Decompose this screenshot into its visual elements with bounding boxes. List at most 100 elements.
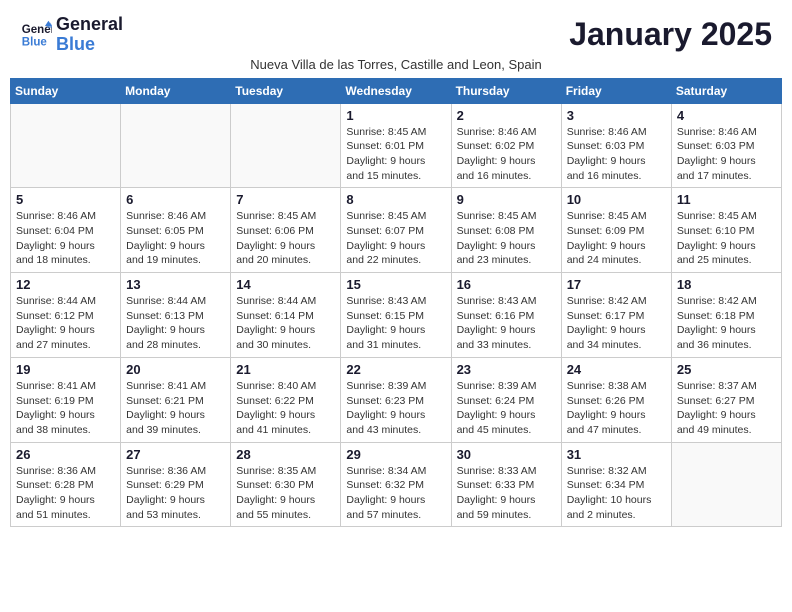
day-info: Sunrise: 8:43 AMSunset: 6:15 PMDaylight:… [346,294,445,353]
day-number: 9 [457,192,556,207]
day-number: 7 [236,192,335,207]
day-info: Sunrise: 8:41 AMSunset: 6:21 PMDaylight:… [126,379,225,438]
day-info: Sunrise: 8:46 AMSunset: 6:02 PMDaylight:… [457,125,556,184]
weekday-header-row: SundayMondayTuesdayWednesdayThursdayFrid… [11,78,782,103]
calendar-cell: 6Sunrise: 8:46 AMSunset: 6:05 PMDaylight… [121,188,231,273]
day-info: Sunrise: 8:44 AMSunset: 6:12 PMDaylight:… [16,294,115,353]
day-info: Sunrise: 8:39 AMSunset: 6:23 PMDaylight:… [346,379,445,438]
month-title: January 2025 [569,16,772,53]
day-info: Sunrise: 8:33 AMSunset: 6:33 PMDaylight:… [457,464,556,523]
day-info: Sunrise: 8:45 AMSunset: 6:08 PMDaylight:… [457,209,556,268]
calendar-cell: 23 Sunrise: 8:39 AMSunset: 6:24 PMDayligh… [451,357,561,442]
day-number: 24 [567,362,666,377]
day-number: 21 [236,362,335,377]
calendar-cell: 8 Sunrise: 8:45 AMSunset: 6:07 PMDaylight… [341,188,451,273]
day-number: 23 [457,362,556,377]
day-info: Sunrise: 8:36 AMSunset: 6:29 PMDaylight:… [126,464,225,523]
calendar-cell: 26Sunrise: 8:36 AMSunset: 6:28 PMDayligh… [11,442,121,527]
calendar-cell: 10Sunrise: 8:45 AMSunset: 6:09 PMDayligh… [561,188,671,273]
day-info: Sunrise: 8:46 AMSunset: 6:04 PMDaylight:… [16,209,115,268]
weekday-header-cell: Friday [561,78,671,103]
day-info: Sunrise: 8:42 AMSunset: 6:18 PMDaylight:… [677,294,776,353]
weekday-header-cell: Sunday [11,78,121,103]
day-info: Sunrise: 8:40 AMSunset: 6:22 PMDaylight:… [236,379,335,438]
day-number: 8 [346,192,445,207]
day-number: 27 [126,447,225,462]
calendar-cell: 13 Sunrise: 8:44 AMSunset: 6:13 PMDayligh… [121,273,231,358]
day-number: 18 [677,277,776,292]
calendar-cell: 28Sunrise: 8:35 AMSunset: 6:30 PMDayligh… [231,442,341,527]
weekday-header-cell: Monday [121,78,231,103]
logo-icon: General Blue [20,19,52,51]
calendar-cell: 11 Sunrise: 8:45 AMSunset: 6:10 PMDayligh… [671,188,781,273]
calendar-cell: 9 Sunrise: 8:45 AMSunset: 6:08 PMDaylight… [451,188,561,273]
day-number: 22 [346,362,445,377]
day-number: 1 [346,108,445,123]
day-number: 11 [677,192,776,207]
day-info: Sunrise: 8:45 AMSunset: 6:09 PMDaylight:… [567,209,666,268]
svg-text:Blue: Blue [22,36,48,48]
calendar-table: SundayMondayTuesdayWednesdayThursdayFrid… [10,78,782,528]
weekday-header-cell: Tuesday [231,78,341,103]
week-row: 19 Sunrise: 8:41 AMSunset: 6:19 PMDayligh… [11,357,782,442]
calendar-cell: 29 Sunrise: 8:34 AMSunset: 6:32 PMDayligh… [341,442,451,527]
calendar-cell: 16 Sunrise: 8:43 AMSunset: 6:16 PMDayligh… [451,273,561,358]
day-info: Sunrise: 8:32 AMSunset: 6:34 PMDaylight:… [567,464,666,523]
calendar-cell: 17 Sunrise: 8:42 AMSunset: 6:17 PMDayligh… [561,273,671,358]
calendar-cell [121,103,231,188]
day-info: Sunrise: 8:44 AMSunset: 6:13 PMDaylight:… [126,294,225,353]
weekday-header-cell: Saturday [671,78,781,103]
day-number: 19 [16,362,115,377]
logo-line1: General [56,15,123,35]
calendar-cell: 27 Sunrise: 8:36 AMSunset: 6:29 PMDayligh… [121,442,231,527]
calendar-cell: 12 Sunrise: 8:44 AMSunset: 6:12 PMDayligh… [11,273,121,358]
calendar-cell: 25 Sunrise: 8:37 AMSunset: 6:27 PMDayligh… [671,357,781,442]
day-number: 13 [126,277,225,292]
day-info: Sunrise: 8:41 AMSunset: 6:19 PMDaylight:… [16,379,115,438]
calendar-cell: 5 Sunrise: 8:46 AMSunset: 6:04 PMDaylight… [11,188,121,273]
day-number: 31 [567,447,666,462]
day-number: 20 [126,362,225,377]
day-info: Sunrise: 8:38 AMSunset: 6:26 PMDaylight:… [567,379,666,438]
week-row: 26Sunrise: 8:36 AMSunset: 6:28 PMDayligh… [11,442,782,527]
calendar-cell [671,442,781,527]
day-info: Sunrise: 8:37 AMSunset: 6:27 PMDaylight:… [677,379,776,438]
week-row: 1Sunrise: 8:45 AMSunset: 6:01 PMDaylight… [11,103,782,188]
calendar-cell: 21 Sunrise: 8:40 AMSunset: 6:22 PMDayligh… [231,357,341,442]
day-info: Sunrise: 8:39 AMSunset: 6:24 PMDaylight:… [457,379,556,438]
calendar-cell [231,103,341,188]
day-info: Sunrise: 8:44 AMSunset: 6:14 PMDaylight:… [236,294,335,353]
calendar-cell: 31 Sunrise: 8:32 AMSunset: 6:34 PMDayligh… [561,442,671,527]
calendar-body: 1Sunrise: 8:45 AMSunset: 6:01 PMDaylight… [11,103,782,527]
day-number: 17 [567,277,666,292]
subtitle: Nueva Villa de las Torres, Castille and … [10,57,782,72]
day-info: Sunrise: 8:34 AMSunset: 6:32 PMDaylight:… [346,464,445,523]
weekday-header-cell: Thursday [451,78,561,103]
day-number: 5 [16,192,115,207]
logo-text: General Blue [56,15,123,55]
day-info: Sunrise: 8:43 AMSunset: 6:16 PMDaylight:… [457,294,556,353]
calendar-cell: 14Sunrise: 8:44 AMSunset: 6:14 PMDayligh… [231,273,341,358]
week-row: 12 Sunrise: 8:44 AMSunset: 6:12 PMDayligh… [11,273,782,358]
calendar-cell: 3Sunrise: 8:46 AMSunset: 6:03 PMDaylight… [561,103,671,188]
logo-line2: Blue [56,35,123,55]
day-number: 3 [567,108,666,123]
calendar-cell: 24 Sunrise: 8:38 AMSunset: 6:26 PMDayligh… [561,357,671,442]
calendar-cell: 2 Sunrise: 8:46 AMSunset: 6:02 PMDaylight… [451,103,561,188]
day-number: 25 [677,362,776,377]
calendar-cell: 4Sunrise: 8:46 AMSunset: 6:03 PMDaylight… [671,103,781,188]
day-number: 16 [457,277,556,292]
day-info: Sunrise: 8:46 AMSunset: 6:03 PMDaylight:… [677,125,776,184]
logo: General Blue General Blue [20,15,123,55]
day-number: 12 [16,277,115,292]
day-info: Sunrise: 8:45 AMSunset: 6:07 PMDaylight:… [346,209,445,268]
day-info: Sunrise: 8:46 AMSunset: 6:05 PMDaylight:… [126,209,225,268]
day-number: 29 [346,447,445,462]
day-info: Sunrise: 8:45 AMSunset: 6:10 PMDaylight:… [677,209,776,268]
day-number: 2 [457,108,556,123]
day-info: Sunrise: 8:36 AMSunset: 6:28 PMDaylight:… [16,464,115,523]
day-info: Sunrise: 8:42 AMSunset: 6:17 PMDaylight:… [567,294,666,353]
day-number: 30 [457,447,556,462]
calendar-cell: 22 Sunrise: 8:39 AMSunset: 6:23 PMDayligh… [341,357,451,442]
calendar-cell: 1Sunrise: 8:45 AMSunset: 6:01 PMDaylight… [341,103,451,188]
